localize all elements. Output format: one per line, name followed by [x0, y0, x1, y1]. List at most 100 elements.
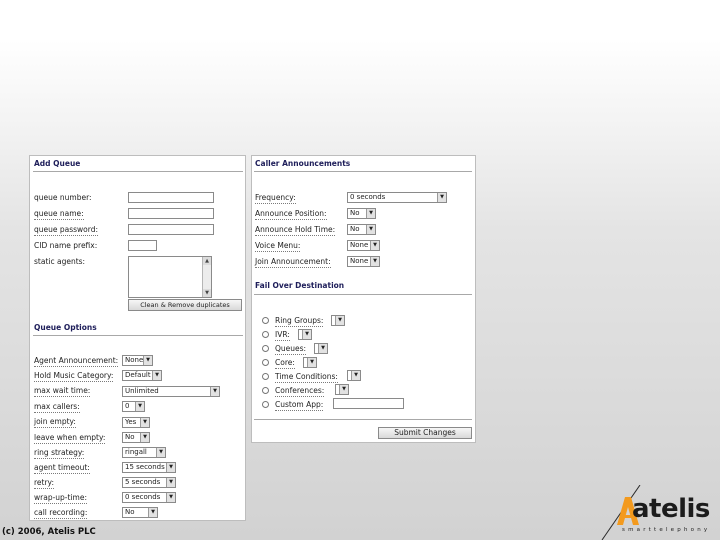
- frequency-value: 0 seconds: [350, 193, 386, 201]
- announce-hold-time-select[interactable]: No ▼: [347, 224, 376, 235]
- ring-strategy-label: ring strategy:: [34, 448, 85, 459]
- custom-app-radio[interactable]: [262, 401, 269, 408]
- queue-password-label: queue password:: [34, 225, 99, 236]
- max-wait-time-select[interactable]: Unlimited ▼: [122, 386, 220, 397]
- queues-select[interactable]: ▼: [314, 343, 328, 354]
- agent-timeout-value: 15 seconds: [125, 463, 165, 471]
- queues-radio[interactable]: [262, 345, 269, 352]
- ivr-radio[interactable]: [262, 331, 269, 338]
- core-select[interactable]: ▼: [303, 357, 317, 368]
- join-announcement-label: Join Announcement:: [255, 257, 331, 268]
- announce-position-label: Announce Position:: [255, 209, 327, 220]
- chevron-down-icon: ▼: [339, 385, 348, 394]
- logo-tagline: smarttelephony: [622, 527, 711, 533]
- call-recording-value: No: [125, 508, 135, 516]
- clean-remove-duplicates-button[interactable]: Clean & Remove duplicates: [128, 299, 242, 311]
- max-callers-select[interactable]: 0 ▼: [122, 401, 145, 412]
- conferences-select[interactable]: ▼: [335, 384, 349, 395]
- announce-hold-time-label: Announce Hold Time:: [255, 225, 336, 236]
- chevron-down-icon: ▼: [148, 508, 157, 517]
- agent-announcement-select[interactable]: None ▼: [122, 355, 153, 366]
- chevron-down-icon: ▼: [152, 371, 161, 380]
- frequency-label: Frequency:: [255, 193, 296, 204]
- join-announcement-select[interactable]: None ▼: [347, 256, 380, 267]
- queue-number-label: queue number:: [34, 193, 92, 202]
- section-divider: [33, 335, 243, 336]
- wrap-up-time-value: 0 seconds: [125, 493, 161, 501]
- section-divider: [254, 419, 472, 420]
- max-wait-time-value: Unlimited: [125, 387, 159, 395]
- conferences-radio[interactable]: [262, 387, 269, 394]
- hold-music-select[interactable]: Default ▼: [122, 370, 162, 381]
- chevron-down-icon: ▼: [351, 371, 360, 380]
- join-empty-label: join empty:: [34, 417, 76, 428]
- cid-prefix-input[interactable]: [128, 240, 157, 251]
- custom-app-input[interactable]: [333, 398, 404, 409]
- queue-number-input[interactable]: [128, 192, 214, 203]
- ring-groups-radio[interactable]: [262, 317, 269, 324]
- scroll-up-icon[interactable]: ▲: [203, 257, 211, 265]
- caller-announcements-panel: Caller Announcements Frequency: 0 second…: [251, 155, 476, 443]
- chevron-down-icon: ▼: [366, 225, 375, 234]
- chevron-down-icon: ▼: [437, 193, 446, 202]
- custom-app-label: Custom App:: [275, 400, 324, 411]
- queue-name-input[interactable]: [128, 208, 214, 219]
- join-empty-value: Yes: [125, 418, 137, 426]
- section-divider: [254, 171, 472, 172]
- call-recording-select[interactable]: No ▼: [122, 507, 158, 518]
- chevron-down-icon: ▼: [335, 316, 344, 325]
- chevron-down-icon: ▼: [166, 478, 175, 487]
- announce-position-select[interactable]: No ▼: [347, 208, 376, 219]
- logo-a-bar: [624, 515, 632, 518]
- chevron-down-icon: ▼: [166, 493, 175, 502]
- static-agents-textarea[interactable]: ▲ ▼: [128, 256, 212, 298]
- ring-groups-select[interactable]: ▼: [331, 315, 345, 326]
- join-empty-select[interactable]: Yes ▼: [122, 417, 150, 428]
- chevron-down-icon: ▼: [307, 358, 316, 367]
- leave-when-empty-value: No: [125, 433, 135, 441]
- queue-password-input[interactable]: [128, 224, 214, 235]
- max-wait-time-label: max wait time:: [34, 386, 91, 397]
- voice-menu-select[interactable]: None ▼: [347, 240, 380, 251]
- chevron-down-icon: ▼: [302, 330, 311, 339]
- cid-prefix-label: CID name prefix:: [34, 241, 98, 250]
- join-announcement-value: None: [350, 257, 369, 265]
- chevron-down-icon: ▼: [143, 356, 152, 365]
- copyright-text: (c) 2006, Atelis PLC: [2, 527, 96, 537]
- frequency-select[interactable]: 0 seconds ▼: [347, 192, 447, 203]
- add-queue-panel: Add Queue queue number: queue name: queu…: [29, 155, 246, 521]
- static-agents-label: static agents:: [34, 257, 86, 266]
- section-divider: [33, 171, 243, 172]
- textarea-scrollbar[interactable]: ▲ ▼: [202, 257, 211, 297]
- ivr-select[interactable]: ▼: [298, 329, 312, 340]
- time-conditions-radio[interactable]: [262, 373, 269, 380]
- announce-hold-time-value: No: [350, 225, 360, 233]
- core-label: Core:: [275, 358, 295, 369]
- core-radio[interactable]: [262, 359, 269, 366]
- agent-timeout-label: agent timeout:: [34, 463, 90, 474]
- chevron-down-icon: ▼: [140, 418, 149, 427]
- section-divider: [254, 294, 472, 295]
- hold-music-value: Default: [125, 371, 151, 379]
- scroll-down-icon[interactable]: ▼: [203, 289, 211, 297]
- wrap-up-time-select[interactable]: 0 seconds ▼: [122, 492, 176, 503]
- announce-position-value: No: [350, 209, 360, 217]
- submit-changes-button[interactable]: Submit Changes: [378, 427, 472, 439]
- chevron-down-icon: ▼: [140, 433, 149, 442]
- call-recording-label: call recording:: [34, 508, 88, 519]
- retry-select[interactable]: 5 seconds ▼: [122, 477, 176, 488]
- queue-options-title: Queue Options: [34, 323, 97, 332]
- chevron-down-icon: ▼: [370, 257, 379, 266]
- ring-strategy-select[interactable]: ringall ▼: [122, 447, 166, 458]
- max-callers-label: max callers:: [34, 402, 80, 413]
- queue-name-label: queue name:: [34, 209, 84, 220]
- voice-menu-value: None: [350, 241, 369, 249]
- chevron-down-icon: ▼: [135, 402, 144, 411]
- chevron-down-icon: ▼: [318, 344, 327, 353]
- logo-wordmark: atelis: [632, 494, 710, 524]
- agent-timeout-select[interactable]: 15 seconds ▼: [122, 462, 176, 473]
- leave-when-empty-select[interactable]: No ▼: [122, 432, 150, 443]
- ring-groups-label: Ring Groups:: [275, 316, 324, 327]
- voice-menu-label: Voice Menu:: [255, 241, 301, 252]
- time-conditions-select[interactable]: ▼: [347, 370, 361, 381]
